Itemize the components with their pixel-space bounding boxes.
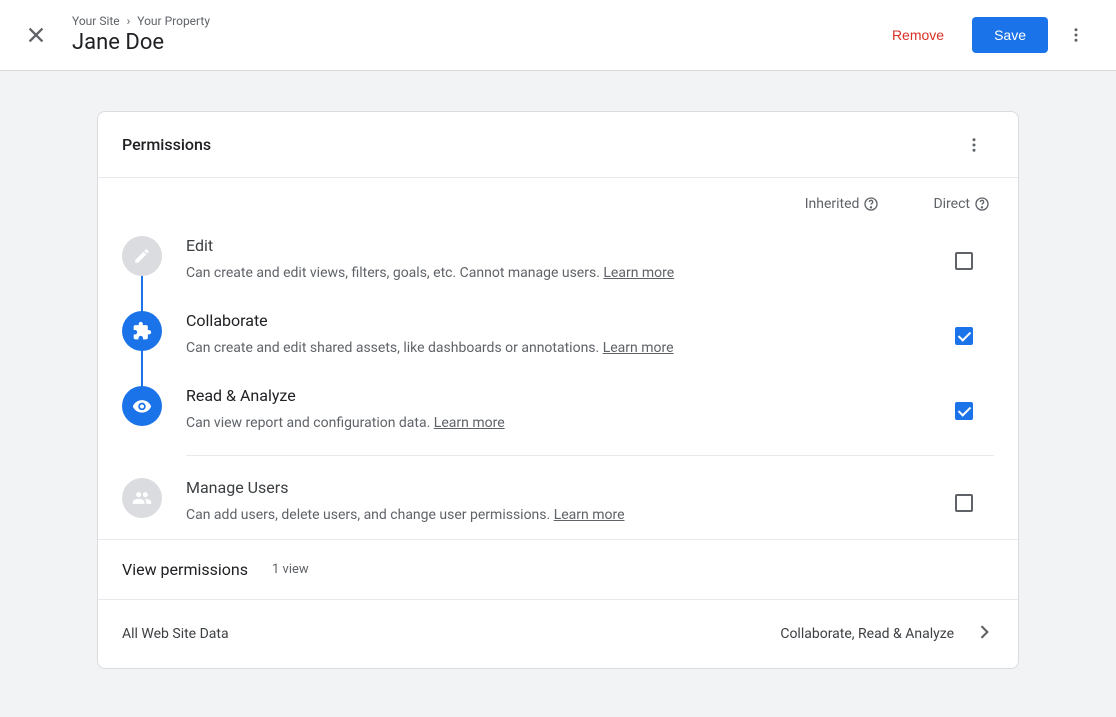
learn-more-link[interactable]: Learn more [603, 340, 674, 356]
breadcrumb-site[interactable]: Your Site [72, 14, 120, 28]
chevron-right-icon [974, 622, 994, 646]
direct-checkbox-edit[interactable] [955, 252, 973, 270]
view-permissions-header: View permissions 1 view [98, 539, 1018, 599]
extension-icon [122, 311, 162, 351]
edit-icon [122, 236, 162, 276]
permission-desc: Can create and edit views, filters, goal… [186, 263, 934, 283]
separator [186, 455, 994, 456]
permission-row-manage-users: Manage Users Can add users, delete users… [122, 464, 994, 539]
permission-title: Edit [186, 236, 934, 255]
chevron-right-icon: › [127, 14, 131, 28]
permissions-card: Permissions Inherited Direct [97, 111, 1019, 669]
permission-rows: Edit Can create and edit views, filters,… [122, 222, 994, 539]
learn-more-link[interactable]: Learn more [554, 507, 625, 523]
card-title: Permissions [122, 135, 211, 154]
permissions-list: Inherited Direct Edit [98, 178, 1018, 539]
permission-desc: Can view report and configuration data. … [186, 413, 934, 433]
direct-checkbox-read-analyze[interactable] [955, 402, 973, 420]
more-vert-icon [965, 136, 983, 154]
permission-row-edit: Edit Can create and edit views, filters,… [122, 222, 994, 297]
more-button[interactable] [1056, 15, 1096, 55]
save-button[interactable]: Save [972, 17, 1048, 53]
help-icon[interactable] [863, 196, 879, 212]
close-button[interactable] [16, 15, 56, 55]
col-direct: Direct [933, 196, 990, 212]
view-row[interactable]: All Web Site Data Collaborate, Read & An… [98, 599, 1018, 668]
users-icon [122, 478, 162, 518]
breadcrumb: Your Site › Your Property [72, 13, 876, 29]
remove-button[interactable]: Remove [876, 19, 960, 51]
more-vert-icon [1067, 26, 1085, 44]
title-block: Your Site › Your Property Jane Doe [72, 13, 876, 57]
view-perms-summary: Collaborate, Read & Analyze [780, 626, 954, 642]
column-headers: Inherited Direct [122, 178, 994, 222]
permission-title: Read & Analyze [186, 386, 934, 405]
view-permissions-title: View permissions [122, 560, 248, 579]
top-bar: Your Site › Your Property Jane Doe Remov… [0, 0, 1116, 71]
close-icon [25, 24, 47, 46]
permission-title: Manage Users [186, 478, 934, 497]
card-more-button[interactable] [954, 125, 994, 165]
col-inherited: Inherited [805, 196, 880, 212]
permission-row-collaborate: Collaborate Can create and edit shared a… [122, 297, 994, 372]
card-header: Permissions [98, 112, 1018, 178]
permission-row-read-analyze: Read & Analyze Can view report and confi… [122, 372, 994, 447]
direct-checkbox-collaborate[interactable] [955, 327, 973, 345]
view-permissions-count: 1 view [272, 562, 309, 577]
permission-desc: Can add users, delete users, and change … [186, 505, 934, 525]
breadcrumb-property[interactable]: Your Property [137, 14, 210, 28]
permission-title: Collaborate [186, 311, 934, 330]
help-icon[interactable] [974, 196, 990, 212]
direct-checkbox-manage-users[interactable] [955, 494, 973, 512]
permission-desc: Can create and edit shared assets, like … [186, 338, 934, 358]
eye-icon [122, 386, 162, 426]
learn-more-link[interactable]: Learn more [434, 415, 505, 431]
learn-more-link[interactable]: Learn more [603, 265, 674, 281]
page-title: Jane Doe [72, 29, 876, 57]
view-name: All Web Site Data [122, 626, 780, 642]
